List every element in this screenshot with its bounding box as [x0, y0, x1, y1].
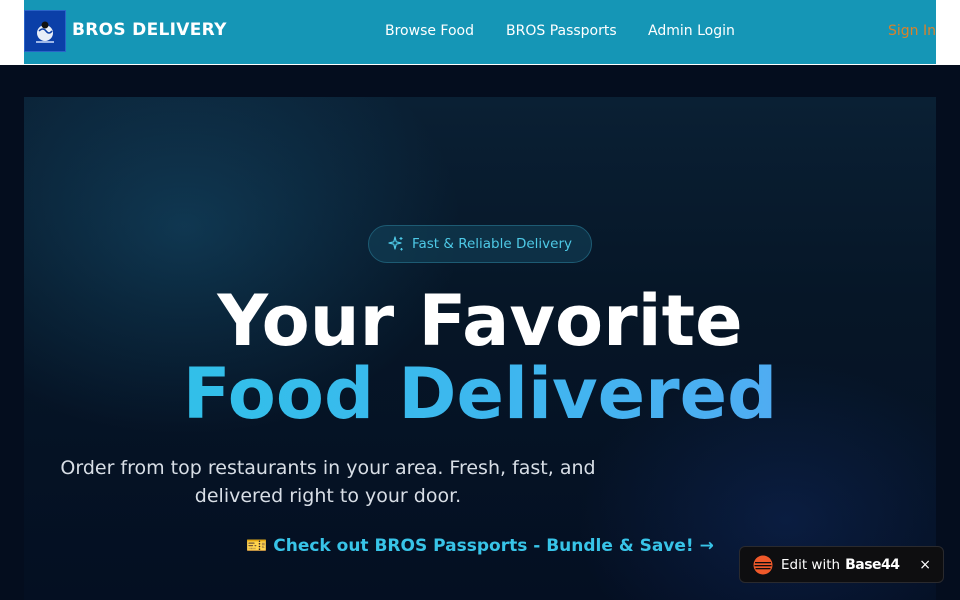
top-navigation-bar: BROS DELIVERY Browse Food BROS Passports…	[24, 0, 936, 64]
nav-browse-food[interactable]: Browse Food	[385, 23, 474, 39]
sign-in-link[interactable]: Sign In	[888, 23, 936, 39]
brand-logo[interactable]	[24, 10, 66, 52]
hero-headline-line1: Your Favorite	[217, 280, 743, 362]
edit-with-label: Edit with	[781, 556, 841, 573]
edit-with-base44-widget[interactable]: Edit with Base44 ×	[739, 546, 944, 583]
base44-wordmark: Base44	[845, 556, 900, 573]
brand-name[interactable]: BROS DELIVERY	[72, 20, 227, 40]
nav-bros-passports[interactable]: BROS Passports	[506, 23, 617, 39]
hero-description: Order from top restaurants in your area.…	[60, 457, 596, 507]
feature-badge: Fast & Reliable Delivery	[368, 225, 592, 263]
globe-logo-icon	[36, 21, 54, 43]
sparkles-icon	[388, 236, 403, 251]
badge-label: Fast & Reliable Delivery	[411, 236, 573, 252]
close-icon[interactable]: ×	[919, 557, 931, 573]
page: BROS DELIVERY Browse Food BROS Passports…	[0, 0, 960, 600]
hero-headline-line2: Food Delivered	[24, 355, 936, 433]
hero-section: Fast & Reliable Delivery Your Favorite F…	[24, 97, 936, 600]
base44-logo-icon	[753, 555, 773, 574]
nav-admin-login[interactable]: Admin Login	[648, 23, 735, 39]
